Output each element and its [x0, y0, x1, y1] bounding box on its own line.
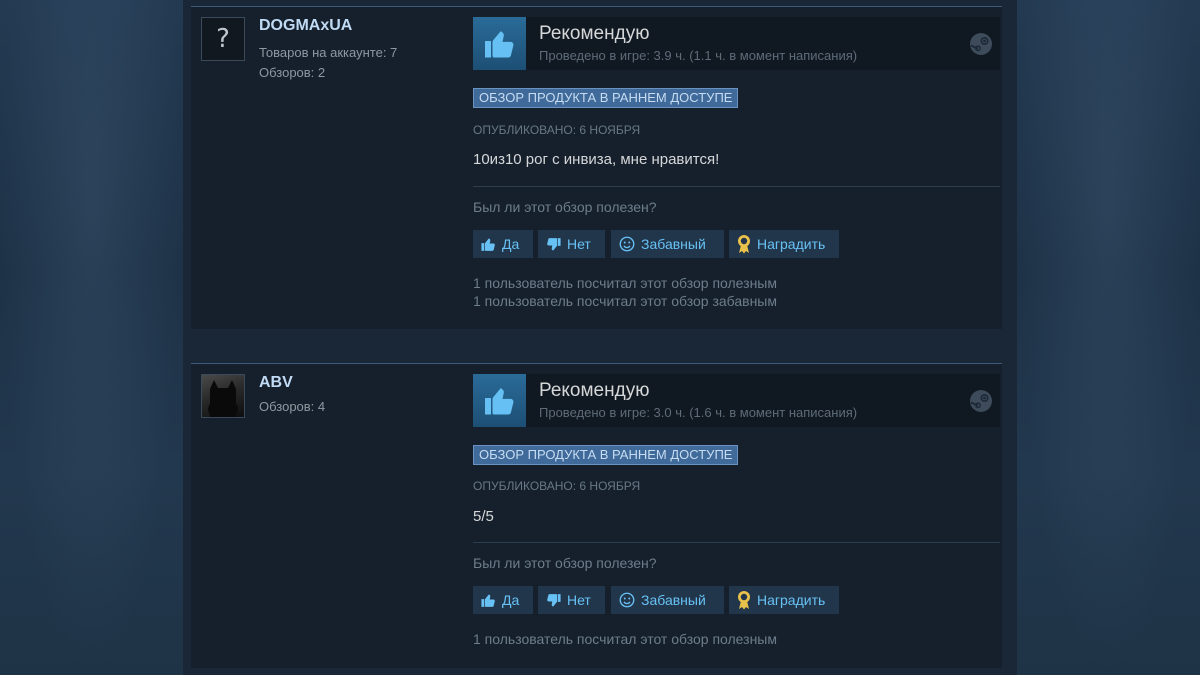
author-reviews-count[interactable]: Обзоров: 4 [259, 399, 325, 414]
vote-funny-button[interactable]: Забавный [611, 586, 724, 614]
early-access-badge: ОБЗОР ПРОДУКТА В РАННЕМ ДОСТУПЕ [473, 445, 739, 465]
author-products-count[interactable]: Товаров на аккаунте: 7 [259, 45, 397, 60]
divider [473, 186, 1000, 187]
award-label: Наградить [757, 592, 826, 608]
helpful-count-line: 1 пользователь посчитал этот обзор полез… [473, 631, 777, 647]
hours-played: Проведено в игре: 3.9 ч. (1.1 ч. в момен… [539, 48, 858, 63]
vote-yes-button[interactable]: Да [473, 586, 533, 614]
page-background-right [1017, 0, 1200, 675]
vote-yes-button[interactable]: Да [473, 230, 533, 258]
vote-funny-label: Забавный [641, 236, 706, 252]
thumbs-up-icon [481, 593, 495, 607]
thumbs-up-icon [473, 374, 526, 427]
helpful-question: Был ли этот обзор полезен? [473, 555, 657, 571]
divider [473, 542, 1000, 543]
review-card: ABV Обзоров: 4 Рекомендую Проведено в иг… [191, 363, 1002, 668]
hours-played: Проведено в игре: 3.0 ч. (1.6 ч. в момен… [539, 405, 858, 420]
thumbs-up-icon [473, 17, 526, 70]
award-ribbon-icon [738, 591, 750, 610]
thumbs-up-icon [481, 237, 495, 251]
vote-funny-label: Забавный [641, 592, 706, 608]
vote-no-label: Нет [567, 592, 591, 608]
steam-icon [969, 32, 993, 61]
author-name[interactable]: DOGMAxUA [259, 17, 352, 35]
steam-icon [969, 389, 993, 418]
funny-count-line: 1 пользователь посчитал этот обзор забав… [473, 293, 777, 309]
verdict-title: Рекомендую [539, 23, 650, 44]
award-label: Наградить [757, 236, 826, 252]
early-access-badge: ОБЗОР ПРОДУКТА В РАННЕМ ДОСТУПЕ [473, 88, 739, 108]
thumbs-down-icon [547, 237, 561, 251]
review-text: 10из10 рог с инвиза, мне нравится! [473, 151, 720, 168]
vote-no-button[interactable]: Нет [538, 230, 605, 258]
smiley-icon [619, 592, 635, 608]
posted-date: ОПУБЛИКОВАНО: 6 НОЯБРЯ [473, 479, 641, 493]
award-button[interactable]: Наградить [729, 586, 839, 614]
helpful-question: Был ли этот обзор полезен? [473, 199, 657, 215]
cat-silhouette-icon [208, 380, 238, 417]
helpful-count-line: 1 пользователь посчитал этот обзор полез… [473, 275, 777, 291]
vote-yes-label: Да [502, 236, 520, 252]
vote-yes-label: Да [502, 592, 520, 608]
avatar[interactable]: ? [201, 17, 245, 61]
author-name[interactable]: ABV [259, 374, 293, 392]
smiley-icon [619, 236, 635, 252]
vote-header[interactable]: Рекомендую Проведено в игре: 3.0 ч. (1.6… [473, 374, 1000, 427]
vote-no-label: Нет [567, 236, 591, 252]
vote-header[interactable]: Рекомендую Проведено в игре: 3.9 ч. (1.1… [473, 17, 1000, 70]
review-text: 5/5 [473, 508, 494, 525]
award-button[interactable]: Наградить [729, 230, 839, 258]
vote-funny-button[interactable]: Забавный [611, 230, 724, 258]
avatar[interactable] [201, 374, 245, 418]
vote-no-button[interactable]: Нет [538, 586, 605, 614]
author-reviews-count[interactable]: Обзоров: 2 [259, 65, 325, 80]
award-ribbon-icon [738, 235, 750, 254]
question-mark-icon: ? [216, 24, 230, 54]
review-card: ? DOGMAxUA Товаров на аккаунте: 7 Обзоро… [191, 6, 1002, 329]
page-background-left [0, 0, 183, 675]
thumbs-down-icon [547, 593, 561, 607]
verdict-title: Рекомендую [539, 380, 650, 401]
posted-date: ОПУБЛИКОВАНО: 6 НОЯБРЯ [473, 123, 641, 137]
